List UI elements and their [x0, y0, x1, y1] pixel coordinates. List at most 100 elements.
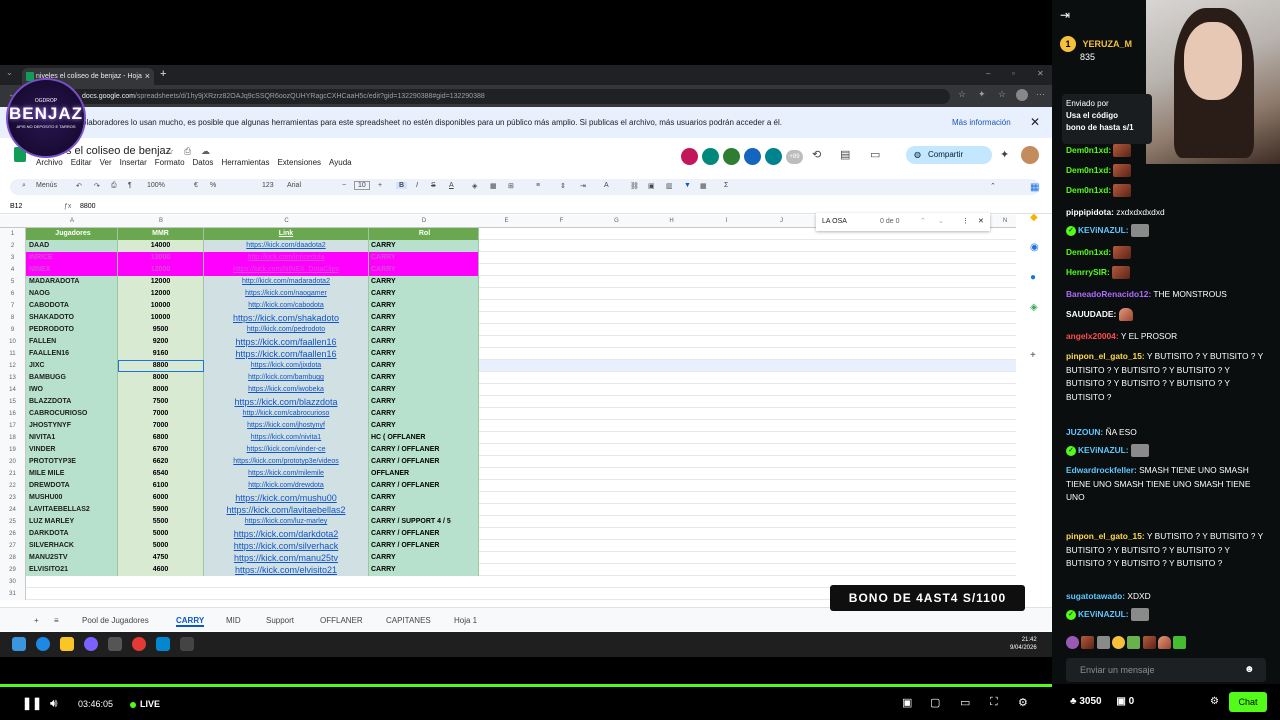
link-cell[interactable]: https://kick.com/daadota2: [204, 240, 369, 252]
link-cell[interactable]: https://kick.com/darkdota2: [204, 528, 369, 540]
row-number[interactable]: 1: [0, 228, 26, 240]
comment-icon[interactable]: ▣: [648, 182, 655, 190]
bold-icon[interactable]: B: [396, 182, 408, 189]
chat-username[interactable]: sugatotawado:: [1066, 591, 1125, 601]
rotate-icon[interactable]: A: [604, 182, 609, 189]
link-cell[interactable]: https://kick.com/mushu00: [204, 492, 369, 504]
menu-ayuda[interactable]: Ayuda: [329, 158, 352, 167]
player-cell[interactable]: LAVITAEBELLAS2: [26, 504, 118, 516]
font-size-field[interactable]: 10: [354, 181, 370, 190]
new-tab-icon[interactable]: +: [160, 68, 166, 80]
row-number[interactable]: 13: [0, 372, 26, 384]
link-cell[interactable]: https://kick.com/milemile: [204, 468, 369, 480]
link-cell[interactable]: http://kick.com/bambugg: [204, 372, 369, 384]
more-info-link[interactable]: Más información: [952, 118, 1011, 127]
header-cell[interactable]: MMR: [118, 228, 204, 240]
player-cell[interactable]: IWO: [26, 384, 118, 396]
mmr-cell[interactable]: 8000: [118, 384, 204, 396]
role-cell[interactable]: CARRY: [369, 360, 479, 372]
mmr-cell[interactable]: 4600: [118, 564, 204, 576]
collaborator-avatar[interactable]: [744, 148, 761, 165]
add-addon-icon[interactable]: +: [1030, 350, 1042, 362]
row-number[interactable]: 24: [0, 504, 26, 516]
theater-icon[interactable]: ▭: [960, 696, 970, 709]
link-cell[interactable]: https://kick.com/naogamer: [204, 288, 369, 300]
role-cell[interactable]: CARRY: [369, 300, 479, 312]
player-cell[interactable]: NIVITA1: [26, 432, 118, 444]
role-cell[interactable]: CARRY: [369, 504, 479, 516]
star-icon[interactable]: ☆: [166, 146, 174, 157]
maximize-icon[interactable]: ▫: [1012, 69, 1015, 78]
volume-icon[interactable]: 🔊︎: [50, 696, 58, 711]
col-header[interactable]: D: [369, 218, 479, 224]
row-number[interactable]: 21: [0, 468, 26, 480]
link-cell[interactable]: https://kick.com/vinder-ce: [204, 444, 369, 456]
steam-icon[interactable]: [108, 637, 122, 651]
role-cell[interactable]: CARRY / OFFLANER: [369, 444, 479, 456]
sheet-tab[interactable]: MID: [226, 616, 241, 625]
sheet-tab-active[interactable]: CARRY: [176, 616, 205, 627]
player-cell[interactable]: JIXC: [26, 360, 118, 372]
chat-username[interactable]: KEViNAZUL:: [1078, 609, 1129, 619]
filter-icon[interactable]: ▼: [684, 182, 691, 189]
player-cell[interactable]: CABODOTA: [26, 300, 118, 312]
role-cell[interactable]: CARRY / OFFLANER: [369, 456, 479, 468]
sheet-tab[interactable]: Hoja 1: [454, 616, 477, 625]
chat-username[interactable]: BaneadoRenacido12:: [1066, 289, 1151, 299]
chat-username[interactable]: Dem0n1xd:: [1066, 185, 1111, 195]
role-cell[interactable]: CARRY / OFFLANER: [369, 540, 479, 552]
chat-username[interactable]: SAUUDADE:: [1066, 309, 1116, 319]
link-cell[interactable]: http://kick.com/cabodota: [204, 300, 369, 312]
mmr-cell[interactable]: 5900: [118, 504, 204, 516]
mmr-cell[interactable]: 14000: [118, 240, 204, 252]
link-cell[interactable]: https://kick.com/manu25tv: [204, 552, 369, 564]
col-header[interactable]: J: [754, 218, 809, 224]
row-number[interactable]: 10: [0, 336, 26, 348]
font-select[interactable]: Arial: [287, 182, 301, 189]
name-box[interactable]: B12: [10, 203, 22, 210]
player-cell[interactable]: INRICE: [26, 252, 118, 264]
move-folder-icon[interactable]: ⎙: [184, 146, 191, 157]
app-icon[interactable]: [156, 637, 170, 651]
chat-settings-icon[interactable]: ⚙: [1210, 696, 1219, 707]
number-format[interactable]: 123: [262, 182, 274, 189]
link-cell[interactable]: http://kick.com/drewdota: [204, 480, 369, 492]
col-header[interactable]: N: [994, 218, 1016, 224]
emote-icon[interactable]: [1096, 636, 1110, 649]
cloud-status-icon[interactable]: ☁: [201, 146, 210, 157]
mmr-cell[interactable]: 5500: [118, 516, 204, 528]
player-cell[interactable]: ELVISITO21: [26, 564, 118, 576]
row-number[interactable]: 9: [0, 324, 26, 336]
player-cell[interactable]: MILE MILE: [26, 468, 118, 480]
emote-icon[interactable]: [1127, 636, 1141, 649]
col-header[interactable]: G: [589, 218, 644, 224]
header-cell[interactable]: Rol: [369, 228, 479, 240]
settings-icon[interactable]: ⚙: [1018, 696, 1028, 709]
close-tab-icon[interactable]: ×: [145, 68, 150, 85]
row-number[interactable]: 16: [0, 408, 26, 420]
role-cell[interactable]: CARRY / SUPPORT 4 / 5: [369, 516, 479, 528]
profile-avatar[interactable]: [1016, 89, 1028, 101]
mmr-cell[interactable]: 13000: [118, 252, 204, 264]
history-icon[interactable]: ⟲: [812, 148, 821, 161]
tasks-icon[interactable]: ◉: [1030, 242, 1042, 254]
favorites-icon[interactable]: ☆: [998, 89, 1006, 100]
find-input[interactable]: LA OSA: [822, 218, 847, 225]
sheet-tab[interactable]: Support: [266, 616, 294, 625]
discord-icon[interactable]: [84, 637, 98, 651]
mmr-cell[interactable]: 10000: [118, 300, 204, 312]
mmr-cell[interactable]: 7500: [118, 396, 204, 408]
pinned-user[interactable]: YERUZA_M: [1083, 39, 1133, 49]
role-cell[interactable]: CARRY: [369, 408, 479, 420]
gemini-icon[interactable]: ✦: [1000, 148, 1009, 161]
contacts-icon[interactable]: ●: [1030, 272, 1042, 284]
chat-username[interactable]: pinpon_el_gato_15:: [1066, 351, 1145, 361]
mmr-cell[interactable]: 5000: [118, 540, 204, 552]
collaborator-count[interactable]: +89: [786, 150, 803, 164]
role-cell[interactable]: CARRY: [369, 276, 479, 288]
role-cell[interactable]: CARRY: [369, 348, 479, 360]
role-cell[interactable]: CARRY: [369, 288, 479, 300]
chat-username[interactable]: Dem0n1xd:: [1066, 145, 1111, 155]
role-cell[interactable]: CARRY: [369, 396, 479, 408]
col-header[interactable]: E: [479, 218, 534, 224]
